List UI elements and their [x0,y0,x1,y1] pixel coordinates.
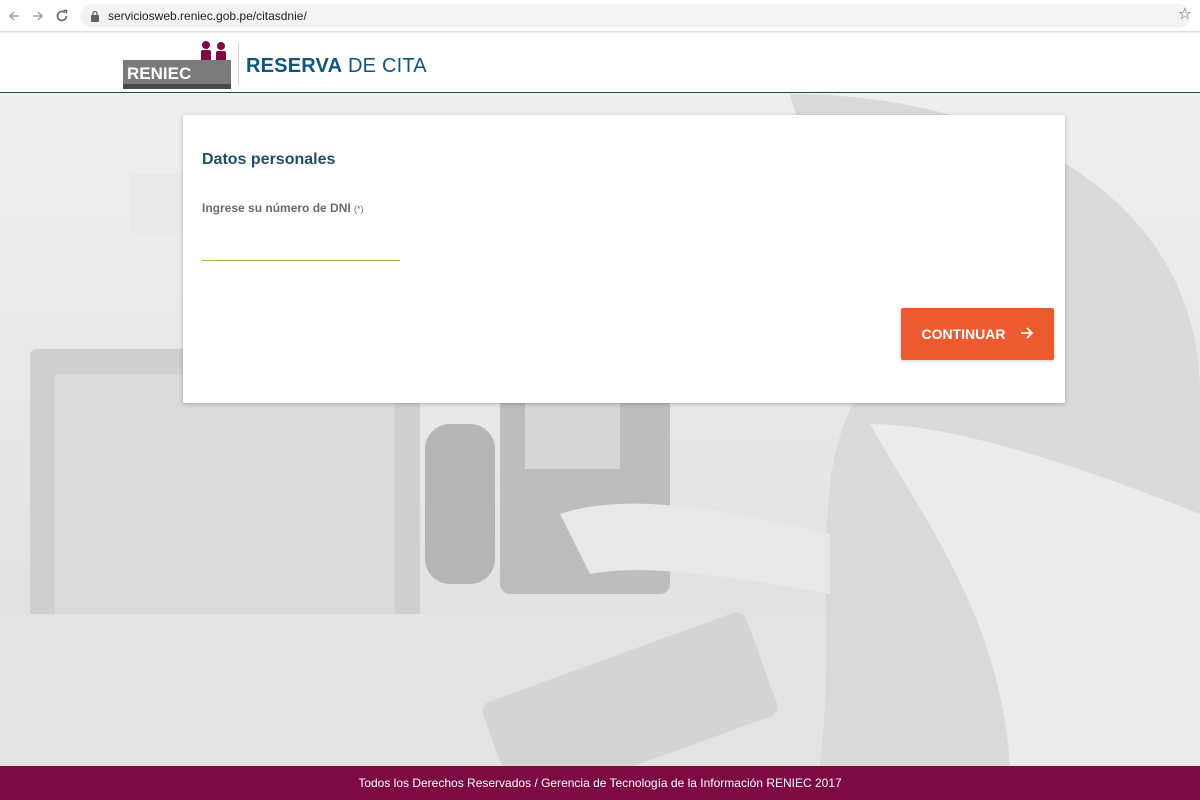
logo-wordmark: RENIEC [127,64,191,83]
address-bar[interactable]: serviciosweb.reniec.gob.pe/citasdnie/ [80,4,1190,28]
continue-button[interactable]: CONTINUAR [901,308,1054,360]
url-text: serviciosweb.reniec.gob.pe/citasdnie/ [108,9,307,23]
footer-text: Todos los Derechos Reservados / Gerencia… [358,776,842,790]
footer: Todos los Derechos Reservados / Gerencia… [0,766,1200,800]
lock-icon [90,10,100,22]
site-header: RENIEC RESERVA DE CITA [0,33,1200,93]
section-title: Datos personales [202,151,336,168]
required-mark: (*) [354,204,364,214]
title-rest: DE CITA [348,55,427,77]
dni-field-label: Ingrese su número de DNI (*) [202,201,364,215]
logo-divider [238,43,239,85]
reniec-logo[interactable]: RENIEC [122,38,232,90]
star-icon[interactable]: ☆ [1178,4,1192,24]
dni-input[interactable] [202,233,400,261]
reload-icon[interactable] [50,4,74,28]
form-card: Datos personales Ingrese su número de DN… [183,115,1065,403]
forward-icon[interactable] [26,4,50,28]
arrow-right-icon [1020,326,1034,343]
back-icon[interactable] [2,4,26,28]
title-bold: RESERVA [246,55,343,77]
browser-toolbar: serviciosweb.reniec.gob.pe/citasdnie/ ☆ [0,0,1200,32]
dni-label-text: Ingrese su número de DNI [202,201,351,215]
continue-label: CONTINUAR [921,326,1006,342]
page-title: RESERVA DE CITA [246,55,427,78]
